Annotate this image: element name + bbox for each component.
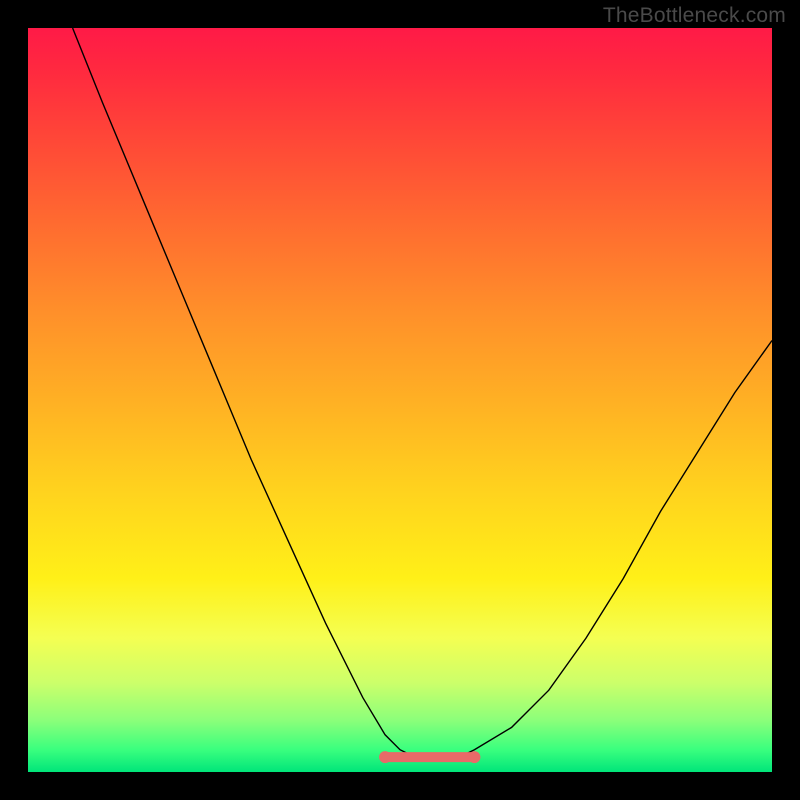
watermark-label: TheBottleneck.com xyxy=(603,4,786,28)
chart-svg xyxy=(28,28,772,772)
optimal-range-start-dot xyxy=(379,751,391,763)
bottleneck-curve xyxy=(73,28,772,757)
optimal-range-end-dot xyxy=(468,751,480,763)
